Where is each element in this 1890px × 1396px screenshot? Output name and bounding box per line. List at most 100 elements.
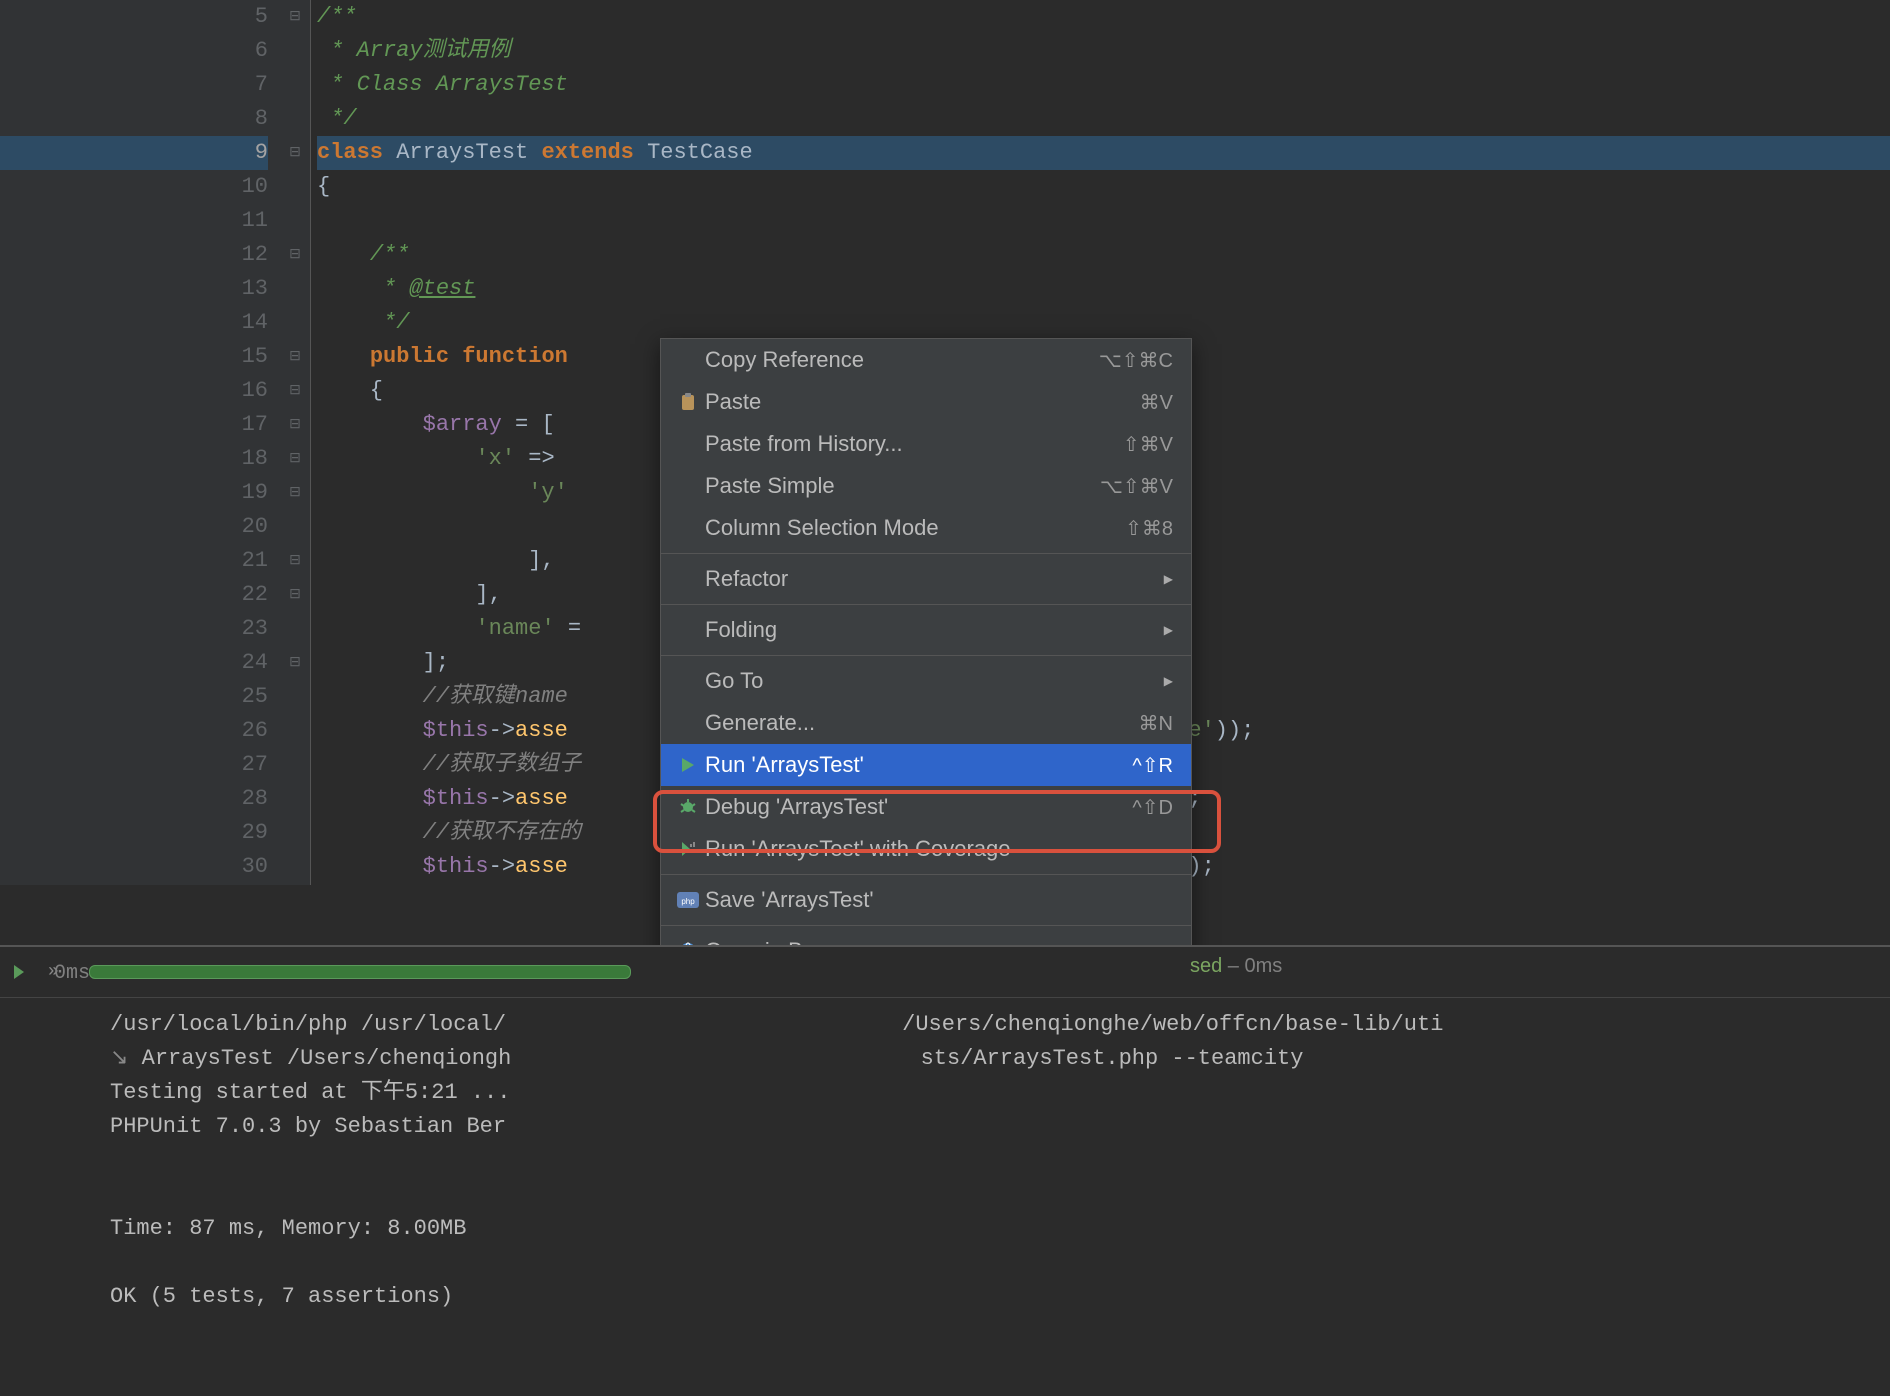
line-number: 6	[0, 34, 268, 68]
fold-mark[interactable]	[280, 612, 310, 646]
menu-item-paste-from-history[interactable]: Paste from History...⇧⌘V	[661, 423, 1191, 465]
code-line[interactable]: * Class ArraysTest	[317, 68, 1890, 102]
menu-item-shortcut: ⌥⇧⌘C	[1099, 348, 1173, 373]
line-number: 25	[0, 680, 268, 714]
menu-item-folding[interactable]: Folding	[661, 609, 1191, 651]
menu-item-run-arraystest[interactable]: Run 'ArraysTest'^⇧R	[661, 744, 1191, 786]
fold-mark[interactable]: ⊟	[280, 442, 310, 476]
paste-icon	[671, 392, 705, 412]
menu-item-label: Debug 'ArraysTest'	[705, 794, 1132, 820]
line-number: 22	[0, 578, 268, 612]
fold-mark[interactable]	[280, 748, 310, 782]
line-number: 8	[0, 102, 268, 136]
line-number: 27	[0, 748, 268, 782]
line-number: 11	[0, 204, 268, 238]
code-line[interactable]: /**	[317, 0, 1890, 34]
menu-item-paste[interactable]: Paste⌘V	[661, 381, 1191, 423]
fold-mark[interactable]	[280, 714, 310, 748]
line-number: 9	[0, 136, 268, 170]
line-number: 5	[0, 0, 268, 34]
console-line	[110, 1178, 1880, 1212]
run-tool-window[interactable]: » sed – 0ms 0ms /usr/local/bin/php /usr/…	[0, 945, 1890, 1396]
fold-mark[interactable]: ⊟	[280, 476, 310, 510]
line-number: 16	[0, 374, 268, 408]
fold-mark[interactable]	[280, 850, 310, 884]
menu-item-label: Save 'ArraysTest'	[705, 887, 1173, 913]
line-number: 15	[0, 340, 268, 374]
menu-item-shortcut: ⇧⌘8	[1125, 516, 1173, 541]
code-line[interactable]: /**	[317, 238, 1890, 272]
fold-mark[interactable]	[280, 170, 310, 204]
code-line[interactable]: * @test	[317, 272, 1890, 306]
menu-item-label: Refactor	[705, 566, 1156, 592]
fold-mark[interactable]	[280, 68, 310, 102]
svg-text:php: php	[681, 897, 695, 906]
console-line	[110, 1246, 1880, 1280]
line-number: 26	[0, 714, 268, 748]
menu-item-copy-reference[interactable]: Copy Reference⌥⇧⌘C	[661, 339, 1191, 381]
console-line: Time: 87 ms, Memory: 8.00MB	[110, 1212, 1880, 1246]
fold-mark[interactable]: ⊟	[280, 238, 310, 272]
fold-mark[interactable]: ⊟	[280, 374, 310, 408]
fold-mark[interactable]: ⊟	[280, 578, 310, 612]
fold-mark[interactable]	[280, 306, 310, 340]
menu-item-go-to[interactable]: Go To	[661, 660, 1191, 702]
menu-item-shortcut: ^⇧R	[1132, 753, 1173, 778]
menu-item-shortcut: ^⇧D	[1132, 795, 1173, 820]
code-line[interactable]: * Array测试用例	[317, 34, 1890, 68]
fold-mark[interactable]	[280, 510, 310, 544]
line-number: 21	[0, 544, 268, 578]
fold-mark[interactable]: ⊟	[280, 340, 310, 374]
menu-item-generate[interactable]: Generate...⌘N	[661, 702, 1191, 744]
code-line[interactable]: class ArraysTest extends TestCase	[317, 136, 1890, 170]
code-line[interactable]	[317, 204, 1890, 238]
line-number: 19	[0, 476, 268, 510]
fold-mark[interactable]	[280, 680, 310, 714]
fold-mark[interactable]: ⊟	[280, 544, 310, 578]
line-number: 14	[0, 306, 268, 340]
menu-item-shortcut: ⌥⇧⌘V	[1100, 474, 1173, 499]
fold-mark[interactable]: ⊟	[280, 408, 310, 442]
console-line: ↘ ArraysTest /Users/chenqiongh sts/Array…	[110, 1042, 1880, 1076]
line-number: 18	[0, 442, 268, 476]
menu-item-paste-simple[interactable]: Paste Simple⌥⇧⌘V	[661, 465, 1191, 507]
menu-item-debug-arraystest[interactable]: Debug 'ArraysTest'^⇧D	[661, 786, 1191, 828]
menu-item-label: Run 'ArraysTest' with Coverage	[705, 836, 1173, 862]
code-line[interactable]: {	[317, 170, 1890, 204]
menu-separator	[661, 874, 1191, 875]
fold-gutter[interactable]: ⊟⊟⊟⊟⊟⊟⊟⊟⊟⊟⊟	[280, 0, 311, 885]
console-line: /usr/local/bin/php /usr/local/ /Users/ch…	[110, 1008, 1880, 1042]
menu-item-label: Go To	[705, 668, 1156, 694]
menu-separator	[661, 925, 1191, 926]
menu-item-label: Paste	[705, 389, 1140, 415]
menu-item-label: Folding	[705, 617, 1156, 643]
line-number: 17	[0, 408, 268, 442]
code-line[interactable]: */	[317, 102, 1890, 136]
console-line: PHPUnit 7.0.3 by Sebastian Ber	[110, 1110, 1880, 1144]
fold-mark[interactable]: ⊟	[280, 0, 310, 34]
line-number: 30	[0, 850, 268, 884]
run-icon	[671, 756, 705, 774]
fold-mark[interactable]	[280, 272, 310, 306]
fold-mark[interactable]	[280, 816, 310, 850]
fold-mark[interactable]	[280, 204, 310, 238]
menu-item-refactor[interactable]: Refactor	[661, 558, 1191, 600]
menu-item-shortcut: ⌘V	[1140, 390, 1173, 415]
run-toolbar[interactable]: » sed – 0ms	[0, 947, 1890, 998]
menu-separator	[661, 604, 1191, 605]
code-line[interactable]: */	[317, 306, 1890, 340]
menu-item-column-selection-mode[interactable]: Column Selection Mode⇧⌘8	[661, 507, 1191, 549]
menu-item-save-arraystest[interactable]: php Save 'ArraysTest'	[661, 879, 1191, 921]
fold-mark[interactable]: ⊟	[280, 136, 310, 170]
menu-separator	[661, 655, 1191, 656]
menu-item-label: Paste from History...	[705, 431, 1123, 457]
fold-mark[interactable]	[280, 102, 310, 136]
run-console[interactable]: /usr/local/bin/php /usr/local/ /Users/ch…	[0, 998, 1890, 1324]
line-number: 12	[0, 238, 268, 272]
menu-item-run-arraystest-with-coverage[interactable]: Run 'ArraysTest' with Coverage	[661, 828, 1191, 870]
test-progress-bar	[89, 965, 631, 979]
coverage-icon	[671, 840, 705, 858]
fold-mark[interactable]	[280, 34, 310, 68]
fold-mark[interactable]	[280, 782, 310, 816]
fold-mark[interactable]: ⊟	[280, 646, 310, 680]
